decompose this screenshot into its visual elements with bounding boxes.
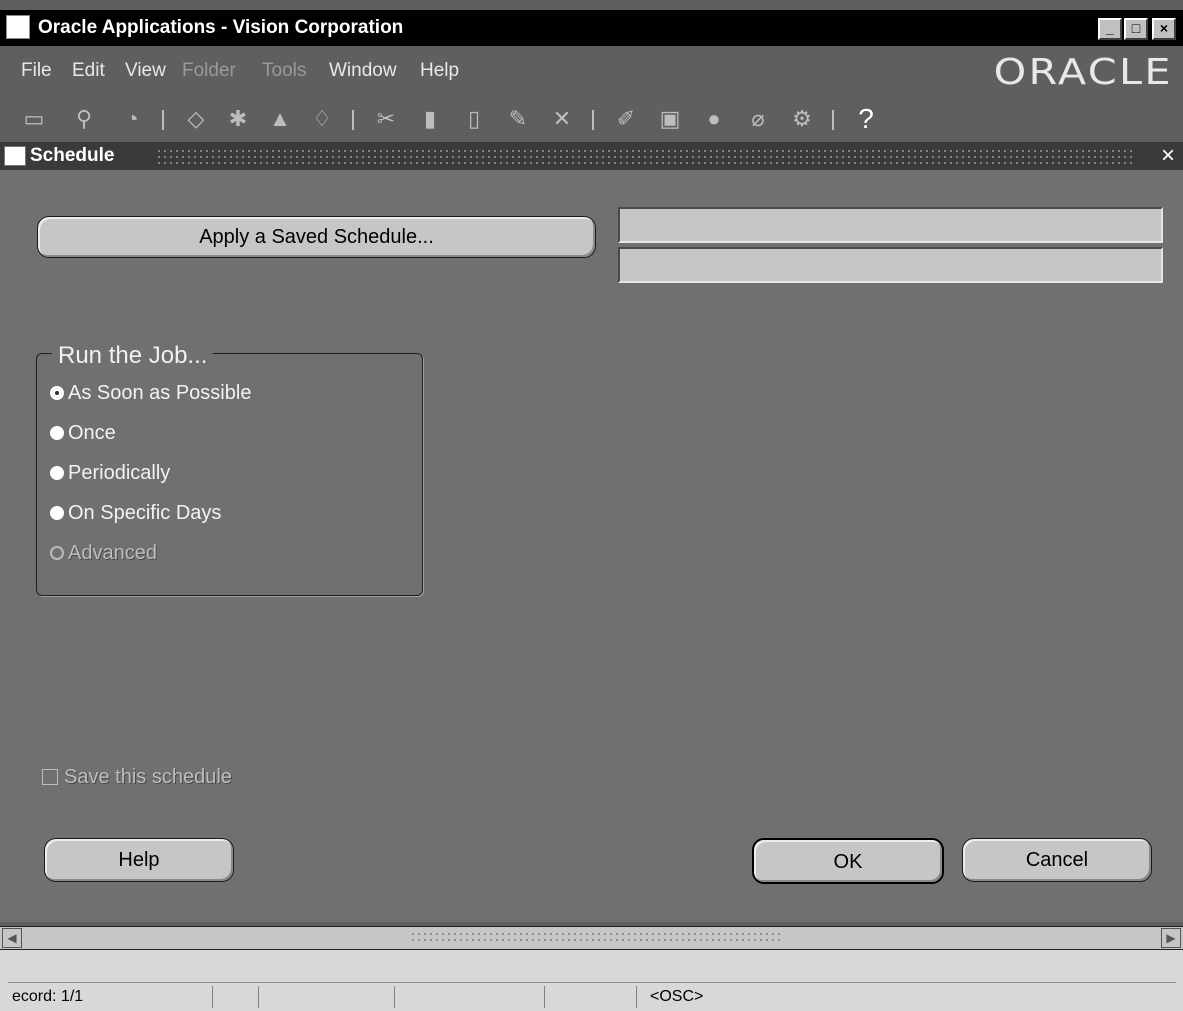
radio-on-specific-days[interactable]: On Specific Days: [50, 502, 221, 530]
close-form-icon[interactable]: ♢: [308, 105, 336, 133]
schedule-titlebar: Schedule ×: [0, 142, 1183, 170]
menu-edit[interactable]: Edit: [72, 60, 105, 82]
schedule-description-field[interactable]: [618, 247, 1163, 283]
copy-icon[interactable]: ▮: [416, 105, 444, 133]
window-titlebar: Oracle Applications - Vision Corporation…: [0, 10, 1183, 46]
new-record-2-icon[interactable]: ✎: [504, 105, 532, 133]
next-step-icon[interactable]: ✱: [224, 105, 252, 133]
radio-label: On Specific Days: [68, 502, 222, 524]
status-bar: ecord: 1/1 <OSC>: [0, 950, 1183, 1011]
radio-once[interactable]: Once: [50, 422, 116, 450]
help-button[interactable]: Help: [44, 838, 234, 882]
toolbar-separator: [162, 110, 164, 130]
schedule-name-field[interactable]: [618, 207, 1163, 243]
scroll-thumb[interactable]: [410, 931, 780, 945]
radio-label: Advanced: [68, 542, 157, 564]
radio-periodically[interactable]: Periodically: [50, 462, 170, 490]
radio-advanced[interactable]: Advanced: [50, 542, 157, 570]
menu-tools[interactable]: Tools: [262, 60, 306, 82]
menu-folder[interactable]: Folder: [182, 60, 236, 82]
help-icon[interactable]: ?: [852, 105, 880, 133]
radio-icon: [50, 466, 64, 480]
cut-icon[interactable]: ✂: [372, 105, 400, 133]
maximize-button[interactable]: □: [1124, 18, 1148, 40]
radio-label: Once: [68, 422, 116, 444]
minimize-button[interactable]: _: [1098, 18, 1122, 40]
find-icon[interactable]: ⚲: [70, 105, 98, 133]
checkbox-icon: [42, 769, 58, 785]
oracle-app-icon: [6, 15, 30, 39]
folder-tools-icon[interactable]: ⚙: [788, 105, 816, 133]
record-indicator: ecord: 1/1: [12, 988, 84, 1005]
horizontal-scrollbar[interactable]: ◀ ▶: [0, 926, 1183, 950]
status-divider: [258, 986, 259, 1008]
schedule-content: Apply a Saved Schedule... Run the Job...…: [0, 170, 1183, 922]
menu-help[interactable]: Help: [420, 60, 459, 82]
status-divider: [212, 986, 213, 1008]
apply-saved-schedule-button[interactable]: Apply a Saved Schedule...: [37, 216, 596, 258]
titlebar-pattern: [156, 148, 1136, 164]
radio-as-soon-as-possible[interactable]: As Soon as Possible: [50, 382, 251, 410]
toolbar-separator: [592, 110, 594, 130]
toolbar-separator: [832, 110, 834, 130]
print-icon[interactable]: ▲: [266, 105, 294, 133]
scroll-right-icon[interactable]: ▶: [1161, 928, 1181, 948]
menu-window[interactable]: Window: [329, 60, 397, 82]
radio-icon: [50, 426, 64, 440]
attachments-icon[interactable]: ⌀: [744, 105, 772, 133]
oracle-form-icon: [4, 146, 26, 166]
status-divider: [544, 986, 545, 1008]
radio-disabled-icon: [50, 546, 64, 560]
save-icon[interactable]: ◇: [182, 105, 210, 133]
status-divider: [394, 986, 395, 1008]
run-the-job-label: Run the Job...: [52, 342, 214, 370]
paste-icon[interactable]: ▯: [460, 105, 488, 133]
radio-label: Periodically: [68, 462, 171, 484]
toolbar-separator: [352, 110, 354, 130]
save-schedule-checkbox[interactable]: Save this schedule: [42, 766, 232, 789]
save-schedule-label: Save this schedule: [64, 766, 232, 788]
close-window-button[interactable]: ×: [1152, 18, 1176, 40]
status-divider: [636, 986, 637, 1008]
osc-indicator: <OSC>: [650, 988, 704, 1005]
ok-button[interactable]: OK: [752, 838, 944, 884]
radio-label: As Soon as Possible: [68, 382, 252, 404]
dialog-title: Schedule: [30, 145, 115, 166]
cancel-button[interactable]: Cancel: [962, 838, 1152, 882]
scroll-left-icon[interactable]: ◀: [2, 928, 22, 948]
menu-view[interactable]: View: [125, 60, 166, 82]
translations-icon[interactable]: ●: [700, 105, 728, 133]
close-dialog-icon[interactable]: ×: [1161, 142, 1175, 170]
new-record-icon[interactable]: ▭: [20, 105, 48, 133]
edit-field-icon[interactable]: ✐: [612, 105, 640, 133]
radio-icon: [50, 506, 64, 520]
delete-record-icon[interactable]: ✕: [548, 105, 576, 133]
window-title: Oracle Applications - Vision Corporation: [38, 17, 404, 38]
toolbar: ▭ ⚲ ◔ ◇ ✱ ▲ ♢ ✂ ▮ ▯ ✎ ✕ ✐ ▣ ● ⌀ ⚙ ?: [0, 98, 1183, 140]
menu-bar: File Edit View Folder Tools Window Help …: [0, 48, 1183, 96]
menu-file[interactable]: File: [21, 60, 52, 82]
status-message-line: [8, 956, 1176, 983]
zoom-icon[interactable]: ▣: [656, 105, 684, 133]
radio-selected-icon: [50, 386, 64, 400]
navigator-icon[interactable]: ◔: [118, 105, 146, 133]
oracle-logo: ORACLE: [993, 52, 1173, 93]
